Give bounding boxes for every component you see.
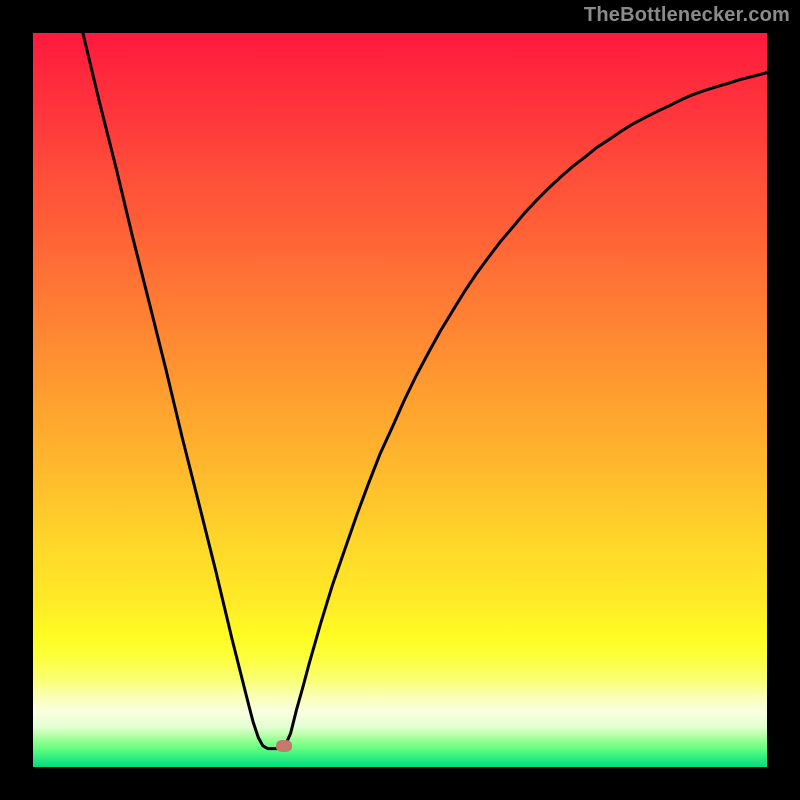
chart-frame: TheBottlenecker.com xyxy=(0,0,800,800)
optimal-point-marker xyxy=(276,740,292,752)
attribution-text: TheBottlenecker.com xyxy=(584,4,790,27)
plot-area xyxy=(33,33,767,767)
bottleneck-curve xyxy=(33,33,767,767)
